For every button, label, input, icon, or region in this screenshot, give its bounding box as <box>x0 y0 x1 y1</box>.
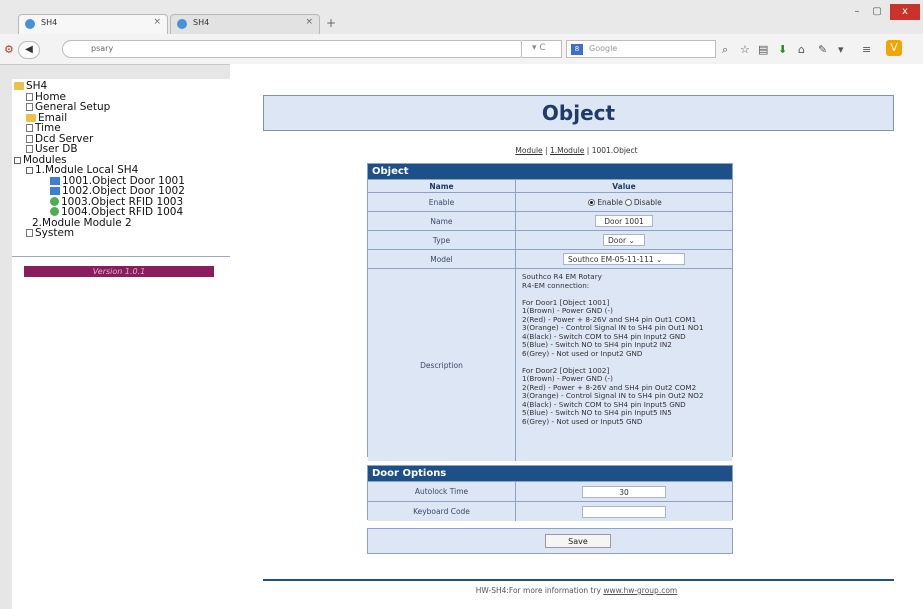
save-button[interactable]: Save <box>545 534 611 548</box>
model-row: Model Southco EM-05-11-111 ⌄ <box>368 249 732 268</box>
description-row: Description Southco R4 EM Rotary R4-EM c… <box>368 268 732 461</box>
document-icon <box>26 103 33 111</box>
search-placeholder: Google <box>589 44 618 53</box>
chevron-down-icon: ⌄ <box>628 236 635 245</box>
object-form: Object Name Value Enable Enable Disable … <box>367 163 733 461</box>
keyboard-label: Keyboard Code <box>368 502 516 521</box>
bookmark-star-icon[interactable]: ☆ <box>740 43 750 56</box>
reload-icon[interactable]: ▾ C <box>522 40 562 58</box>
breadcrumb: Module | 1.Module | 1001.Object <box>230 146 923 155</box>
collapse-icon[interactable] <box>14 156 21 164</box>
footer-link[interactable]: www.hw-group.com <box>603 586 677 595</box>
description-text: Southco R4 EM Rotary R4-EM connection: F… <box>522 272 704 426</box>
footer-divider <box>263 579 894 581</box>
rfid-icon <box>50 196 59 206</box>
main-content: Object Module | 1.Module | 1001.Object O… <box>230 64 923 609</box>
document-icon <box>26 92 33 101</box>
footer-text: HW-SH4:For more information try <box>475 586 604 595</box>
breadcrumb-separator: | <box>584 146 592 155</box>
type-select[interactable]: Door ⌄ <box>603 234 645 246</box>
home-icon[interactable]: ⌂ <box>798 43 805 56</box>
bookmarks-icon[interactable]: ▤ <box>758 43 768 56</box>
model-select[interactable]: Southco EM-05-11-111 ⌄ <box>563 253 685 265</box>
maximize-button[interactable]: ▢ <box>868 4 886 20</box>
document-icon <box>26 145 33 153</box>
name-input[interactable]: Door 1001 <box>595 215 653 227</box>
back-button[interactable]: ◀ <box>18 41 40 59</box>
name-label: Name <box>368 212 516 230</box>
type-label: Type <box>368 231 516 249</box>
tree-item-system[interactable]: System <box>14 228 185 239</box>
document-icon <box>26 229 33 237</box>
version-badge: Version 1.0.1 <box>24 266 214 277</box>
door-icon <box>50 176 60 185</box>
search-input[interactable]: 8 Google <box>566 40 716 58</box>
autolock-row: Autolock Time 30 <box>368 481 732 501</box>
disable-radio-label: Disable <box>633 197 662 207</box>
tab-title: SH4 <box>193 18 210 27</box>
download-icon[interactable]: ⬇ <box>778 43 787 56</box>
navigation-tree: SH4 Home General Setup Email Time Dcd Se… <box>14 81 185 239</box>
close-window-button[interactable]: x <box>890 4 920 20</box>
minimize-button[interactable]: – <box>848 4 866 20</box>
breadcrumb-module-1-link[interactable]: 1.Module <box>550 146 584 155</box>
door-options-form: Door Options Autolock Time 30 Keyboard C… <box>367 465 733 521</box>
favicon-icon <box>177 19 187 29</box>
autolock-input[interactable]: 30 <box>582 485 666 498</box>
enable-radio[interactable] <box>588 198 596 206</box>
enable-label: Enable <box>368 193 516 211</box>
column-header-row: Name Value <box>368 179 732 192</box>
chevron-down-icon: ⌄ <box>656 255 663 264</box>
page-title: Object <box>263 95 894 131</box>
folder-icon <box>14 82 24 90</box>
column-value: Value <box>516 180 732 192</box>
browser-tab-active[interactable]: SH4 × <box>18 14 168 34</box>
enable-value: Enable Disable <box>516 193 732 211</box>
addon-icon[interactable]: ✎ <box>818 43 827 56</box>
dropdown-icon[interactable]: ▾ <box>838 43 844 56</box>
footer: HW-SH4:For more information try www.hw-g… <box>230 586 923 595</box>
type-row: Type Door ⌄ <box>368 230 732 249</box>
close-tab-icon[interactable]: × <box>153 17 161 27</box>
favicon-icon <box>25 19 35 29</box>
description-label: Description <box>368 269 516 461</box>
left-panel: SH4 Home General Setup Email Time Dcd Se… <box>12 79 230 609</box>
browser-tab[interactable]: SH4 × <box>170 14 320 34</box>
section-header-door-options: Door Options <box>368 466 732 481</box>
door-icon <box>50 187 60 195</box>
app-menu-icon[interactable]: ⚙ <box>4 43 14 56</box>
document-icon <box>26 134 33 143</box>
model-label: Model <box>368 250 516 268</box>
save-bar: Save <box>367 528 733 554</box>
extension-icon[interactable]: V <box>886 40 902 56</box>
menu-icon[interactable]: ≡ <box>862 43 871 56</box>
address-bar[interactable]: psary <box>62 40 522 58</box>
tab-title: SH4 <box>41 18 58 27</box>
divider <box>12 256 230 257</box>
breadcrumb-module-link[interactable]: Module <box>515 146 542 155</box>
autolock-label: Autolock Time <box>368 482 516 501</box>
new-tab-button[interactable]: + <box>326 16 336 30</box>
navigation-bar: ⚙ ◀ psary ▾ C 8 Google ⌕ ☆ ▤ ⬇ ⌂ ✎ ▾ ≡ V <box>0 34 923 65</box>
disable-radio[interactable] <box>624 198 632 206</box>
keyboard-row: Keyboard Code <box>368 501 732 521</box>
collapse-icon[interactable] <box>26 167 33 174</box>
rfid-icon <box>50 207 59 216</box>
enable-row: Enable Enable Disable <box>368 192 732 211</box>
breadcrumb-current: 1001.Object <box>591 146 638 155</box>
document-icon <box>26 124 33 132</box>
tab-bar: SH4 × SH4 × + – ▢ x <box>0 0 923 34</box>
folder-icon <box>26 113 36 122</box>
name-row: Name Door 1001 <box>368 211 732 230</box>
close-tab-icon[interactable]: × <box>305 17 313 27</box>
section-header-object: Object <box>368 164 732 179</box>
enable-radio-label: Enable <box>597 197 623 207</box>
breadcrumb-separator: | <box>542 146 550 155</box>
search-go-icon[interactable]: ⌕ <box>722 43 728 57</box>
column-name: Name <box>368 180 516 192</box>
keyboard-input[interactable] <box>582 505 666 518</box>
url-text: psary <box>91 44 114 53</box>
search-engine-icon: 8 <box>571 44 583 55</box>
